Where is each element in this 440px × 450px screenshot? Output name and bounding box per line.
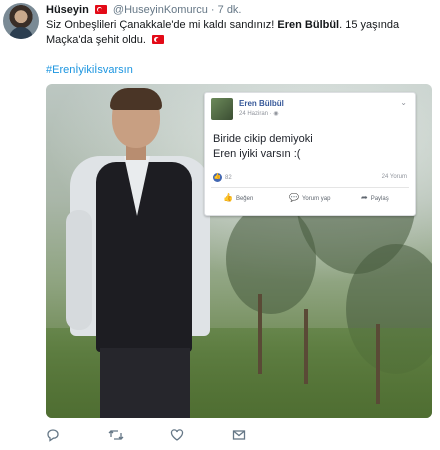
tweet-actions <box>46 428 346 444</box>
fb-author-name: Eren Bülbül <box>239 99 284 108</box>
retweet-icon[interactable] <box>108 428 124 446</box>
author-name[interactable]: Hüseyin <box>46 4 89 16</box>
tweet-text: Siz Onbeşlileri Çanakkale'de mi kaldı sa… <box>46 18 434 48</box>
turkish-flag-icon <box>152 35 164 44</box>
envelope-icon[interactable] <box>232 428 246 446</box>
author-handle[interactable]: @HuseyinKomurcu <box>113 4 208 16</box>
fb-post-line2: Eren iyiki varsın :( <box>213 148 301 160</box>
fb-share-action: ➦ Paylaş <box>361 193 389 202</box>
heart-icon[interactable] <box>170 428 184 446</box>
divider <box>211 187 409 188</box>
fence-post <box>258 294 262 374</box>
fb-comment-action: 💬 Yorum yap <box>289 193 331 202</box>
comment-icon: 💬 <box>289 193 299 202</box>
fence-post <box>304 309 308 384</box>
thumbs-up-icon: 👍 <box>213 173 222 182</box>
fb-like-action: 👍 Beğen <box>223 193 254 202</box>
reply-icon[interactable] <box>46 428 60 446</box>
turkish-flag-icon <box>94 5 107 14</box>
tweet-text-bold: Eren Bülbül <box>277 19 340 31</box>
hashtag-link[interactable]: #Erenİyikiİsvarsın <box>46 64 133 76</box>
tree <box>226 204 316 314</box>
tweet-header: Hüseyin @HuseyinKomurcu · 7 dk. <box>46 4 242 17</box>
person-figure <box>60 88 210 418</box>
chevron-down-icon: ⌄ <box>400 98 407 107</box>
avatar[interactable] <box>3 3 39 39</box>
fence-post <box>376 324 380 404</box>
fb-avatar <box>211 98 233 120</box>
timestamp[interactable]: · 7 dk. <box>211 4 242 16</box>
fb-post-line1: Biride cikip demiyoki <box>213 133 313 145</box>
facebook-post-card: Eren Bülbül 24 Haziran · ◉ ⌄ Biride ciki… <box>204 92 416 216</box>
fb-like-count: 👍 82 <box>213 173 232 182</box>
fb-comment-count: 24 Yorum <box>381 174 407 180</box>
thumbs-up-icon: 👍 <box>223 193 233 202</box>
fb-post-date: 24 Haziran · ◉ <box>239 111 279 117</box>
globe-icon: ◉ <box>273 111 279 117</box>
tweet-text-part1: Siz Onbeşlileri Çanakkale'de mi kaldı sa… <box>46 19 278 31</box>
tweet: Hüseyin @HuseyinKomurcu · 7 dk. Siz Onbe… <box>0 0 440 450</box>
share-arrow-icon: ➦ <box>361 193 368 202</box>
